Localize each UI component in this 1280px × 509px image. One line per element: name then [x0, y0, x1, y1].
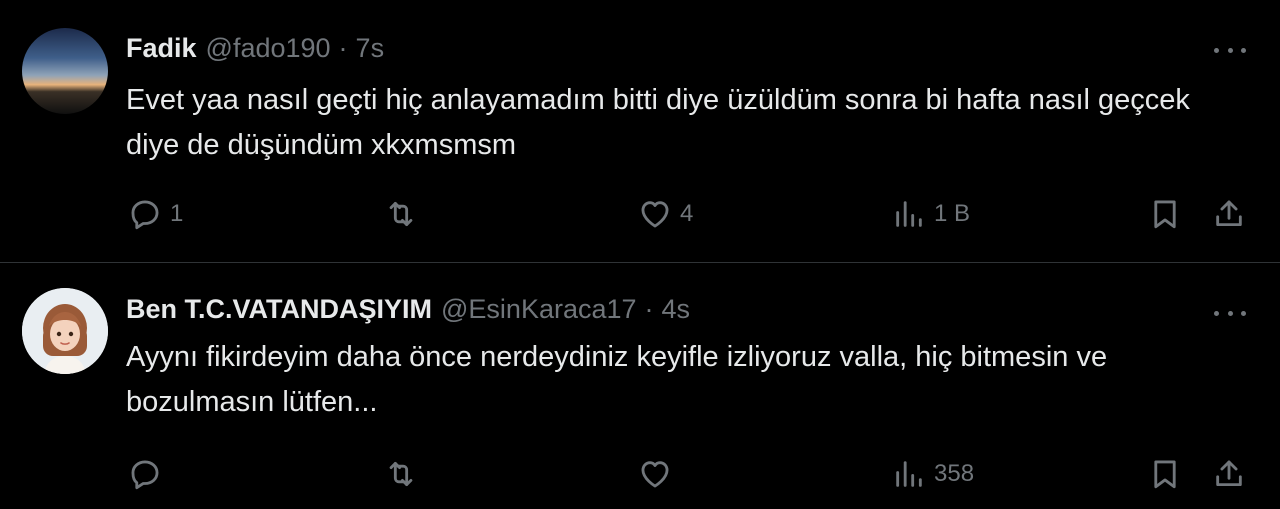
bookmark-button[interactable] [1148, 454, 1182, 494]
share-icon [1216, 460, 1242, 487]
retweet-icon [389, 201, 413, 227]
views-count: 1 B [934, 200, 971, 227]
bookmark-icon [1154, 460, 1176, 489]
views-button[interactable]: 358 [892, 454, 974, 494]
header-separator: · [338, 33, 348, 63]
bookmark-button[interactable] [1148, 194, 1182, 234]
reply-icon [131, 200, 159, 230]
retweet-icon [389, 461, 413, 487]
share-button[interactable] [1212, 194, 1246, 234]
timestamp[interactable]: 4s [662, 294, 691, 325]
header-separator: · [644, 294, 654, 324]
views-button[interactable]: 1 B [892, 194, 970, 234]
tweet-header: Fadik @fado190 · 7s [126, 33, 384, 64]
share-button[interactable] [1212, 454, 1246, 494]
tweet-text: Ayynı fikirdeyim daha önce nerdeydiniz k… [126, 341, 1108, 418]
user-handle[interactable]: @fado190 [206, 33, 331, 64]
views-chart-icon [896, 201, 922, 227]
views-chart-icon [896, 461, 922, 487]
more-dots-icon[interactable] [1214, 40, 1246, 60]
like-button[interactable]: 4 [638, 194, 693, 234]
bookmark-icon [1154, 200, 1176, 229]
tweet-header: Ben T.C.VATANDAŞIYIM @EsinKaraca17 · 4s [126, 294, 690, 325]
views-count: 358 [934, 460, 975, 487]
avatar[interactable] [22, 28, 108, 114]
reply-icon [131, 460, 159, 490]
heart-icon [641, 461, 669, 488]
like-button[interactable] [638, 454, 680, 494]
tweet-actions: 358 [0, 454, 1280, 494]
tweet[interactable]: Fadik @fado190 · 7s Evet yaa nasıl geçti… [0, 0, 1280, 262]
reply-button[interactable]: 1 [128, 194, 183, 234]
sunset-avatar-image [22, 28, 108, 114]
user-handle[interactable]: @EsinKaraca17 [441, 294, 637, 325]
tweet-text: Evet yaa nasıl geçti hiç anlayamadım bit… [126, 84, 1190, 161]
share-icon [1216, 200, 1242, 227]
reply-button[interactable] [128, 454, 170, 494]
more-dots-icon[interactable] [1214, 303, 1246, 323]
display-name[interactable]: Ben T.C.VATANDAŞIYIM [126, 294, 432, 325]
timestamp[interactable]: 7s [356, 33, 385, 64]
reply-count: 1 [170, 200, 184, 227]
tweet[interactable]: Ben T.C.VATANDAŞIYIM @EsinKaraca17 · 4s … [0, 263, 1280, 509]
tweet-feed: Fadik @fado190 · 7s Evet yaa nasıl geçti… [0, 0, 1280, 509]
cartoon-girl-avatar-image [22, 288, 108, 374]
like-count: 4 [680, 200, 694, 227]
tweet-actions: 1 4 1 B [0, 194, 1280, 234]
display-name[interactable]: Fadik [126, 33, 197, 64]
retweet-button[interactable] [384, 194, 426, 234]
heart-icon [641, 201, 669, 228]
retweet-button[interactable] [384, 454, 426, 494]
avatar[interactable] [22, 288, 108, 374]
